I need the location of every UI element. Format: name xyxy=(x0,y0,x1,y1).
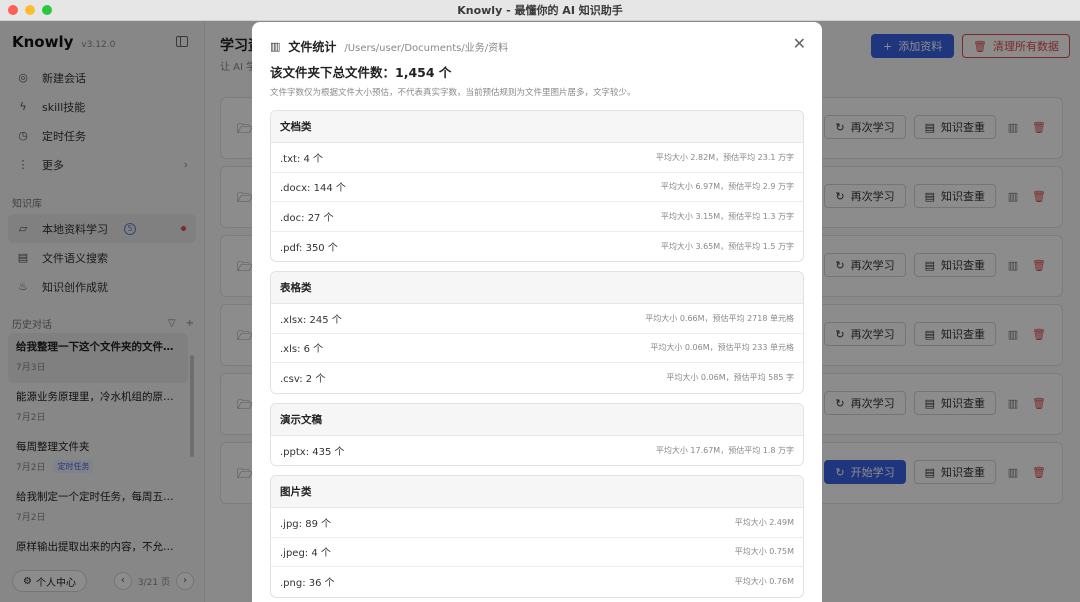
file-type-count: .pptx: 435 个 xyxy=(280,446,345,458)
file-stats-dialog: ▥ 文件统计 /Users/user/Documents/业务/资料 ✕ 该文件… xyxy=(252,22,822,602)
file-type-estimate: 平均大小 0.76M xyxy=(734,577,794,587)
minimize-window-button[interactable] xyxy=(25,5,35,15)
zoom-window-button[interactable] xyxy=(42,5,52,15)
file-type-count: .jpg: 89 个 xyxy=(280,518,332,530)
folder-path: /Users/user/Documents/业务/资料 xyxy=(344,43,509,54)
file-type-estimate: 平均大小 2.49M xyxy=(734,517,794,527)
file-type-row: .jpg: 89 个 平均大小 2.49M xyxy=(271,508,803,538)
file-type-estimate: 平均大小 6.97M，预估平均 2.9 万字 xyxy=(660,182,794,192)
group-title: 演示文稿 xyxy=(271,403,803,436)
file-type-estimate: 平均大小 0.66M，预估平均 2718 单元格 xyxy=(645,313,794,323)
file-type-estimate: 平均大小 0.06M，预估平均 585 字 xyxy=(666,373,794,383)
window-title: Knowly - 最懂你的 AI 知识助手 xyxy=(457,4,623,17)
total-file-count: 该文件夹下总文件数：1,454 个 xyxy=(270,65,452,80)
close-window-button[interactable] xyxy=(8,5,18,15)
bar-chart-icon: ▥ xyxy=(270,40,281,53)
file-type-count: .doc: 27 个 xyxy=(280,212,334,224)
file-type-count: .docx: 144 个 xyxy=(280,183,346,195)
file-type-count: .csv: 2 个 xyxy=(280,374,326,386)
file-type-row: .txt: 4 个 平均大小 2.82M，预估平均 23.1 万字 xyxy=(271,143,803,173)
file-group-presentations: 演示文稿 .pptx: 435 个 平均大小 17.67M，预估平均 1.8 万字 xyxy=(270,402,804,466)
file-type-row: .jpeg: 4 个 平均大小 0.75M xyxy=(271,538,803,567)
window-titlebar: Knowly - 最懂你的 AI 知识助手 xyxy=(0,0,1080,21)
file-type-count: .xlsx: 245 个 xyxy=(280,314,342,326)
file-type-row: .pptx: 435 个 平均大小 17.67M，预估平均 1.8 万字 xyxy=(271,436,803,466)
close-icon[interactable]: ✕ xyxy=(793,34,806,53)
file-type-row: .png: 36 个 平均大小 0.76M xyxy=(271,567,803,597)
estimate-note: 文件字数仅为根据文件大小预估，不代表真实字数，当前预估规则为文件里图片居多，文字… xyxy=(270,88,636,98)
group-title: 表格类 xyxy=(271,272,803,304)
window-controls xyxy=(8,5,52,15)
file-type-count: .png: 36 个 xyxy=(280,578,335,590)
file-type-row: .xls: 6 个 平均大小 0.06M，预估平均 233 单元格 xyxy=(271,334,803,363)
file-group-spreadsheets: 表格类 .xlsx: 245 个 平均大小 0.66M，预估平均 2718 单元格… xyxy=(270,271,804,394)
file-group-images: 图片类 .jpg: 89 个平均大小 2.49M .jpeg: 4 个平均大小 … xyxy=(270,475,804,598)
file-type-estimate: 平均大小 3.15M，预估平均 1.3 万字 xyxy=(660,211,794,221)
file-type-count: .pdf: 350 个 xyxy=(280,242,338,254)
file-type-row: .xlsx: 245 个 平均大小 0.66M，预估平均 2718 单元格 xyxy=(271,304,803,334)
group-title: 图片类 xyxy=(271,476,803,508)
file-type-estimate: 平均大小 3.65M，预估平均 1.5 万字 xyxy=(660,241,794,251)
file-type-estimate: 平均大小 0.06M，预估平均 233 单元格 xyxy=(650,343,794,353)
file-type-row: .docx: 144 个 平均大小 6.97M，预估平均 2.9 万字 xyxy=(271,173,803,202)
file-type-row: .pdf: 350 个 平均大小 3.65M，预估平均 1.5 万字 xyxy=(271,232,803,262)
dialog-title: 文件统计 xyxy=(288,40,337,54)
file-type-estimate: 平均大小 2.82M，预估平均 23.1 万字 xyxy=(655,152,794,162)
file-type-groups: 文档类 .txt: 4 个 平均大小 2.82M，预估平均 23.1 万字 .do… xyxy=(270,110,804,602)
file-type-estimate: 平均大小 17.67M，预估平均 1.8 万字 xyxy=(655,445,794,455)
dialog-header: ▥ 文件统计 /Users/user/Documents/业务/资料 xyxy=(270,38,508,55)
group-title: 文档类 xyxy=(271,111,803,143)
file-type-count: .txt: 4 个 xyxy=(280,153,324,165)
file-type-estimate: 平均大小 0.75M xyxy=(734,547,794,557)
file-type-count: .jpeg: 4 个 xyxy=(280,548,331,560)
file-type-row: .doc: 27 个 平均大小 3.15M，预估平均 1.3 万字 xyxy=(271,202,803,232)
file-type-count: .xls: 6 个 xyxy=(280,344,324,356)
file-type-row: .csv: 2 个 平均大小 0.06M，预估平均 585 字 xyxy=(271,363,803,393)
file-group-documents: 文档类 .txt: 4 个 平均大小 2.82M，预估平均 23.1 万字 .do… xyxy=(270,110,804,262)
